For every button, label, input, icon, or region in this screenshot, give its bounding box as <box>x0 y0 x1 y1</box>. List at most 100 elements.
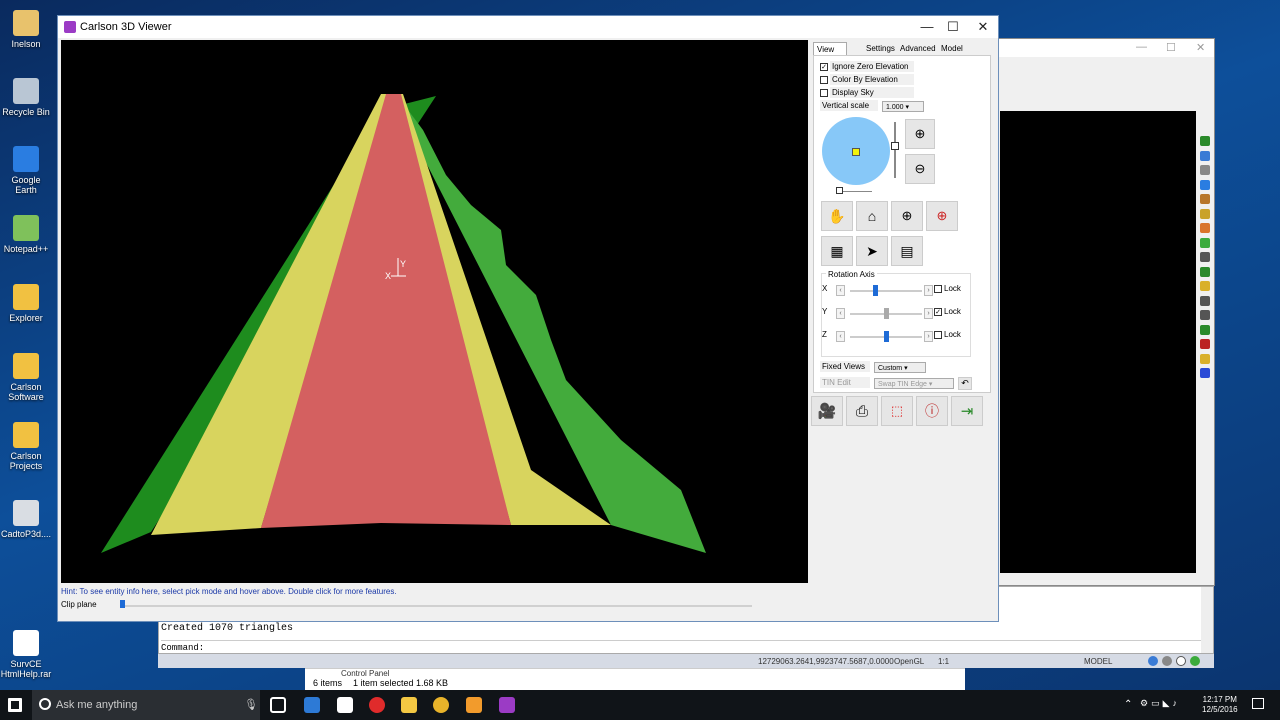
fixed-views-dropdown[interactable]: Custom ▾ <box>874 362 926 373</box>
microphone-icon[interactable]: 🎙 <box>244 698 258 711</box>
carlson-app-icon[interactable] <box>466 697 482 713</box>
task-view-icon[interactable] <box>270 697 286 713</box>
lock-checkbox[interactable]: ✓ Lock <box>934 307 961 316</box>
chevron-right-icon[interactable]: › <box>924 331 933 342</box>
light-slider-h-thumb[interactable] <box>836 187 843 194</box>
chevron-right-icon[interactable]: › <box>924 285 933 296</box>
light-slider-vertical[interactable] <box>894 122 896 178</box>
light-slider-thumb[interactable] <box>891 142 899 150</box>
mesh-select-button[interactable]: ▦ <box>821 236 853 266</box>
zoom-window-button[interactable]: ⊕ <box>891 201 923 231</box>
maximize-icon[interactable]: ☐ <box>1166 41 1176 54</box>
color-by-elevation-checkbox[interactable]: Color By Elevation <box>820 74 914 85</box>
chrome-icon[interactable] <box>433 697 449 713</box>
tab-advanced[interactable]: Advanced <box>897 42 939 56</box>
cad-tool-icon[interactable] <box>1200 266 1210 277</box>
checkbox-box[interactable] <box>820 75 828 84</box>
zoom-extents-button[interactable]: ⌂ <box>856 201 888 231</box>
tab-settings[interactable]: Settings <box>863 42 898 56</box>
cad-tool-icon[interactable] <box>1200 150 1210 161</box>
clip-plane-thumb[interactable] <box>120 600 125 608</box>
cad-tool-icon[interactable] <box>1200 208 1210 219</box>
close-button[interactable]: ✕ <box>972 19 994 35</box>
notifications-icon[interactable] <box>1252 698 1264 709</box>
edge-browser-icon[interactable] <box>304 697 320 713</box>
settings-icon[interactable] <box>1148 656 1158 666</box>
display-sky-checkbox[interactable]: Display Sky <box>820 87 914 98</box>
hardware-icon[interactable] <box>1176 656 1186 666</box>
desktop-icon[interactable]: Notepad++ <box>0 215 52 254</box>
desktop-icon[interactable]: SurvCE HtmlHelp.rar <box>0 630 52 679</box>
checkbox-box[interactable] <box>820 88 828 97</box>
clip-plane-slider[interactable] <box>122 605 752 607</box>
desktop-icon[interactable]: Inelson <box>0 10 52 49</box>
chevron-left-icon[interactable]: ‹ <box>836 285 845 296</box>
cad-tool-icon[interactable] <box>1200 136 1210 146</box>
zoom-out-button[interactable]: ⊖ <box>905 154 935 184</box>
rotation-slider-thumb[interactable] <box>884 331 889 342</box>
3d-viewport[interactable]: Y X <box>61 40 808 583</box>
cad-drawing-area[interactable] <box>1000 111 1196 573</box>
rotation-slider[interactable] <box>850 290 922 292</box>
checkbox-box[interactable] <box>934 284 942 293</box>
cad-tool-icon[interactable] <box>1200 165 1210 175</box>
file-explorer-icon[interactable] <box>401 697 417 713</box>
desktop-icon[interactable]: Explorer <box>0 284 52 323</box>
store-icon[interactable] <box>337 697 353 713</box>
properties-button[interactable]: ▤ <box>891 236 923 266</box>
lock-checkbox[interactable]: Lock <box>934 330 961 339</box>
pan-button[interactable]: ✋ <box>821 201 853 231</box>
pick-mode-button[interactable]: ➤ <box>856 236 888 266</box>
desktop-icon[interactable]: Recycle Bin <box>0 78 52 117</box>
zoom-previous-button[interactable]: ⊕ <box>926 201 958 231</box>
search-box[interactable]: Ask me anything 🎙 <box>32 690 260 720</box>
cad-tool-icon[interactable] <box>1200 252 1210 262</box>
vertical-scale-dropdown[interactable]: 1.000 ▾ <box>882 101 924 112</box>
cad-tool-icon[interactable] <box>1200 281 1210 291</box>
print-button[interactable]: ⎙ <box>846 396 878 426</box>
cad-tool-icon[interactable] <box>1200 324 1210 335</box>
cad-tool-icon[interactable] <box>1200 237 1210 248</box>
checkbox-box[interactable]: ✓ <box>820 62 828 71</box>
windows-start-icon[interactable] <box>8 698 22 712</box>
export-pdf-button[interactable]: ⬚ <box>881 396 913 426</box>
desktop-icon[interactable]: Carlson Projects <box>0 422 52 471</box>
cad-tool-icon[interactable] <box>1200 295 1210 306</box>
minimize-button[interactable]: — <box>916 19 938 35</box>
animation-button[interactable]: 🎥 <box>811 396 843 426</box>
cad-tool-icon[interactable] <box>1200 339 1210 349</box>
rotation-slider-thumb[interactable] <box>884 308 889 319</box>
exit-button[interactable]: ⇥ <box>951 396 983 426</box>
3d-viewer-taskbar-icon[interactable] <box>499 697 515 713</box>
cad-tool-icon[interactable] <box>1200 310 1210 320</box>
undo-tin-button[interactable]: ↶ <box>958 377 972 390</box>
tray-chevron-icon[interactable]: ⌃ <box>1124 699 1132 710</box>
ignore-zero-elevation-checkbox[interactable]: ✓ Ignore Zero Elevation <box>820 61 914 72</box>
desktop-icon[interactable]: Google Earth <box>0 146 52 195</box>
cad-tool-icon[interactable] <box>1200 194 1210 204</box>
cad-tool-icon[interactable] <box>1200 179 1210 190</box>
lock-checkbox[interactable]: Lock <box>934 284 961 293</box>
cad-tool-icon[interactable] <box>1200 368 1210 378</box>
chevron-left-icon[interactable]: ‹ <box>836 331 845 342</box>
desktop-icon[interactable]: CadtoP3d.... <box>0 500 52 539</box>
no-entry-app-icon[interactable] <box>369 697 385 713</box>
cad-tool-icon[interactable] <box>1200 353 1210 364</box>
command-scrollbar[interactable] <box>1201 587 1213 653</box>
scale-label[interactable]: 1:1 <box>938 657 949 666</box>
model-space-button[interactable]: MODEL <box>1084 657 1112 666</box>
help-button[interactable]: ⓘ <box>916 396 948 426</box>
command-prompt[interactable]: Command: <box>161 640 1201 653</box>
minimize-icon[interactable]: — <box>1136 41 1147 53</box>
isolate-icon[interactable] <box>1162 656 1172 666</box>
orientation-handle[interactable] <box>852 148 860 156</box>
checkbox-box[interactable] <box>934 330 942 339</box>
zoom-in-button[interactable]: ⊕ <box>905 119 935 149</box>
cad-tool-icon[interactable] <box>1200 223 1210 233</box>
view-orientation-sphere[interactable] <box>822 117 890 185</box>
window-titlebar[interactable]: Carlson 3D Viewer — ☐ ✕ <box>58 16 998 38</box>
rotation-slider-thumb[interactable] <box>873 285 879 296</box>
maximize-button[interactable]: ☐ <box>942 19 964 35</box>
checkbox-box[interactable]: ✓ <box>934 307 942 316</box>
tab-view-control[interactable]: View Control <box>813 42 847 63</box>
